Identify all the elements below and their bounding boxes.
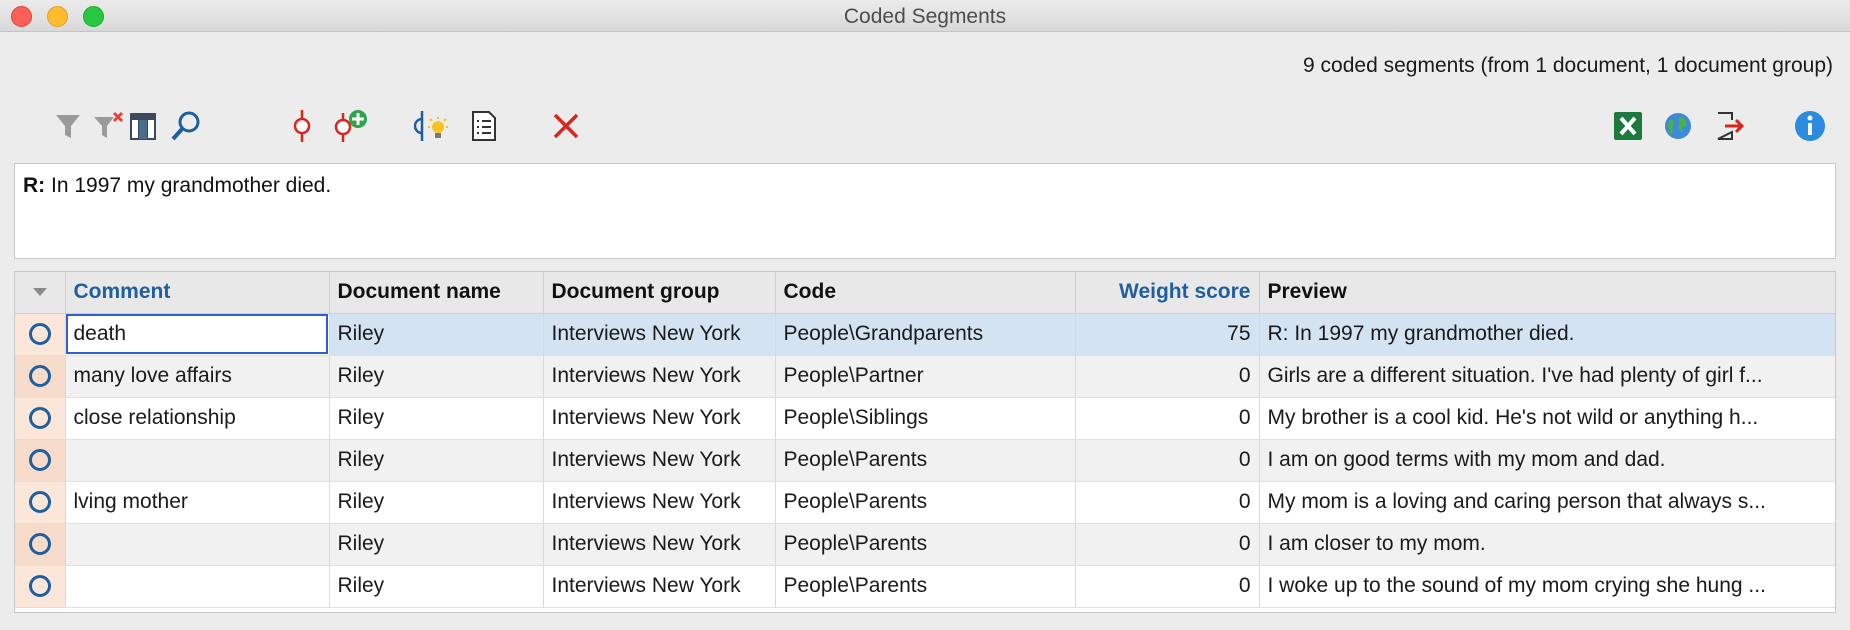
weight-score-cell[interactable]: 0 — [1075, 355, 1260, 398]
code-cell: People\Partner — [775, 355, 1076, 398]
document-group-cell: Interviews New York — [543, 565, 776, 608]
title-bar: Coded Segments — [0, 0, 1850, 32]
document-group-cell: Interviews New York — [543, 481, 776, 524]
sort-arrow-icon — [32, 288, 47, 297]
segment-circle-icon — [28, 575, 51, 598]
document-group-cell: Interviews New York — [543, 355, 776, 398]
preview-cell: I am closer to my mom. — [1259, 523, 1835, 566]
segment-marker[interactable] — [15, 523, 66, 566]
info-icon[interactable] — [1792, 108, 1828, 144]
weight-score-cell[interactable]: 0 — [1075, 523, 1260, 566]
filter-icon[interactable] — [50, 108, 86, 144]
segment-marker[interactable] — [15, 313, 66, 356]
weight-score-cell[interactable]: 75 — [1075, 313, 1260, 356]
document-name-cell: Riley — [329, 523, 544, 566]
document-name-cell: Riley — [329, 481, 544, 524]
segment-marker[interactable] — [15, 397, 66, 440]
weight-score-cell[interactable]: 0 — [1075, 481, 1260, 524]
segment-circle-icon — [28, 449, 51, 472]
preview-cell: Girls are a different situation. I've ha… — [1259, 355, 1835, 398]
document-name-cell: Riley — [329, 439, 544, 482]
column-header-preview[interactable]: Preview — [1259, 272, 1835, 314]
segment-marker[interactable] — [15, 439, 66, 482]
segment-marker[interactable] — [15, 565, 66, 608]
add-code-icon[interactable] — [333, 108, 369, 144]
preview-cell: My mom is a loving and caring person tha… — [1259, 481, 1835, 524]
document-group-cell: Interviews New York — [543, 439, 776, 482]
table-row[interactable]: Riley Interviews New York People\Parents… — [15, 523, 1835, 566]
segment-marker[interactable] — [15, 481, 66, 524]
segment-marker[interactable] — [15, 355, 66, 398]
document-group-cell: Interviews New York — [543, 523, 776, 566]
coded-segments-window: Coded Segments 9 coded segments (from 1 … — [0, 0, 1850, 630]
table-header-row: Comment Document name Document group Cod… — [15, 272, 1835, 314]
export-icon[interactable] — [1712, 108, 1748, 144]
segment-circle-icon — [28, 323, 51, 346]
code-cell: People\Parents — [775, 481, 1076, 524]
weight-score-cell[interactable]: 0 — [1075, 439, 1260, 482]
sort-column-header[interactable] — [15, 272, 66, 314]
segment-summary: 9 coded segments (from 1 document, 1 doc… — [1303, 54, 1833, 77]
excel-export-icon[interactable] — [1610, 108, 1646, 144]
document-name-cell: Riley — [329, 397, 544, 440]
code-cell: People\Parents — [775, 565, 1076, 608]
preview-cell: R: In 1997 my grandmother died. — [1259, 313, 1835, 356]
preview-cell: I woke up to the sound of my mom crying … — [1259, 565, 1835, 608]
segment-circle-icon — [28, 365, 51, 388]
document-group-cell: Interviews New York — [543, 313, 776, 356]
comment-cell[interactable] — [65, 439, 330, 482]
table-row[interactable]: Riley Interviews New York People\Parents… — [15, 565, 1835, 608]
overview-icon[interactable] — [466, 108, 502, 144]
comment-cell[interactable] — [65, 523, 330, 566]
web-export-icon[interactable] — [1660, 108, 1696, 144]
table-row[interactable]: close relationship Riley Interviews New … — [15, 397, 1835, 440]
preview-text: In 1997 my grandmother died. — [51, 174, 332, 197]
column-header-document-group[interactable]: Document group — [543, 272, 776, 314]
column-header-code[interactable]: Code — [775, 272, 1076, 314]
column-header-weight-score[interactable]: Weight score — [1075, 272, 1260, 314]
code-icon[interactable] — [284, 108, 320, 144]
table-row[interactable]: many love affairs Riley Interviews New Y… — [15, 355, 1835, 398]
preview-cell: My brother is a cool kid. He's not wild … — [1259, 397, 1835, 440]
comment-cell[interactable]: death — [65, 313, 330, 356]
coded-segments-table[interactable]: Comment Document name Document group Cod… — [14, 271, 1836, 613]
search-icon[interactable] — [168, 108, 204, 144]
column-header-comment[interactable]: Comment — [65, 272, 330, 314]
document-group-cell: Interviews New York — [543, 397, 776, 440]
code-cell: People\Parents — [775, 439, 1076, 482]
code-cell: People\Siblings — [775, 397, 1076, 440]
delete-icon[interactable] — [548, 108, 584, 144]
clear-filter-icon[interactable] — [90, 108, 126, 144]
preview-cell: I am on good terms with my mom and dad. — [1259, 439, 1835, 482]
code-cell: People\Parents — [775, 523, 1076, 566]
comment-cell[interactable]: close relationship — [65, 397, 330, 440]
comment-cell[interactable]: lving mother — [65, 481, 330, 524]
segment-circle-icon — [28, 491, 51, 514]
document-name-cell: Riley — [329, 355, 544, 398]
document-name-cell: Riley — [329, 565, 544, 608]
comment-cell[interactable] — [65, 565, 330, 608]
table-row[interactable]: Riley Interviews New York People\Parents… — [15, 439, 1835, 482]
weight-score-cell[interactable]: 0 — [1075, 397, 1260, 440]
window-title: Coded Segments — [843, 5, 1007, 28]
table-row[interactable]: death Riley Interviews New York People\G… — [15, 313, 1835, 356]
weight-score-cell[interactable]: 0 — [1075, 565, 1260, 608]
segment-circle-icon — [28, 533, 51, 556]
smart-code-icon[interactable] — [414, 108, 450, 144]
table-row[interactable]: lving mother Riley Interviews New York P… — [15, 481, 1835, 524]
segment-circle-icon — [28, 407, 51, 430]
columns-icon[interactable] — [125, 108, 161, 144]
column-header-document-name[interactable]: Document name — [329, 272, 544, 314]
document-name-cell: Riley — [329, 313, 544, 356]
comment-cell[interactable]: many love affairs — [65, 355, 330, 398]
segment-preview-panel[interactable]: R: In 1997 my grandmother died. — [14, 163, 1836, 259]
code-cell: People\Grandparents — [775, 313, 1076, 356]
speaker-label: R: — [23, 174, 46, 197]
